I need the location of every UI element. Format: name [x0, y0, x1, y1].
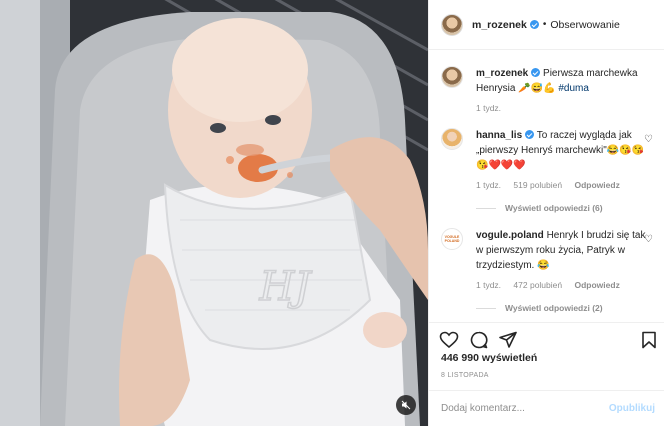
- view-replies-button[interactable]: Wyświetl odpowiedzi (2): [476, 303, 655, 313]
- comment-meta: 1 tydz. 519 polubień Odpowiedz: [476, 180, 655, 190]
- commenter-username[interactable]: vogule.poland: [476, 230, 544, 241]
- verified-badge-icon: [529, 20, 539, 29]
- view-replies-label: Wyświetl odpowiedzi (2): [505, 303, 603, 313]
- author-avatar[interactable]: [441, 13, 463, 36]
- post-side-panel: m_rozenek • Obserwowanie m_rozenek Pierw…: [428, 0, 664, 426]
- replies-divider: [476, 307, 496, 309]
- reply-button[interactable]: Odpowiedz: [574, 280, 619, 290]
- comment-likes[interactable]: 519 polubień: [513, 180, 562, 190]
- reply-button[interactable]: Odpowiedz: [574, 180, 619, 190]
- caption-text: m_rozenek Pierwsza marchewka Henrysia 🥕😅…: [476, 66, 655, 96]
- mute-button[interactable]: [396, 395, 416, 415]
- like-heart-icon[interactable]: ♡: [644, 134, 653, 145]
- baby-video-frame: HJ: [0, 0, 428, 426]
- verified-badge-icon: [525, 130, 535, 139]
- caption-hashtag[interactable]: #duma: [558, 83, 589, 94]
- comment-time[interactable]: 1 tydz.: [476, 280, 501, 290]
- like-heart-icon[interactable]: [439, 330, 459, 350]
- commenter-avatar-logo: VOGULE POLAND: [444, 235, 460, 243]
- caption: m_rozenek Pierwsza marchewka Henrysia 🥕😅…: [441, 66, 655, 113]
- commenter-avatar[interactable]: [441, 128, 463, 150]
- verified-badge-icon: [531, 68, 541, 77]
- commenter-avatar[interactable]: VOGULE POLAND: [441, 228, 463, 250]
- post-date[interactable]: 8 LISTOPADA: [441, 372, 489, 379]
- post-video[interactable]: HJ: [0, 0, 428, 426]
- comment-meta: 1 tydz. 472 polubień Odpowiedz: [476, 280, 655, 290]
- comment-composer: Opublikuj: [429, 390, 664, 426]
- view-count[interactable]: 446 990 wyświetleń: [441, 352, 537, 364]
- caption-username[interactable]: m_rozenek: [476, 68, 528, 79]
- comment-text: vogule.poland Henryk I brudzi się tak w …: [476, 228, 655, 273]
- comment-item: VOGULE POLAND vogule.poland Henryk I bru…: [441, 228, 655, 313]
- comments-list[interactable]: m_rozenek Pierwsza marchewka Henrysia 🥕😅…: [429, 50, 664, 320]
- replies-divider: [476, 207, 496, 209]
- caption-time[interactable]: 1 tydz.: [476, 103, 501, 113]
- caption-avatar[interactable]: [441, 66, 463, 88]
- share-send-icon[interactable]: [498, 330, 518, 350]
- author-username[interactable]: m_rozenek: [472, 19, 527, 31]
- comment-likes[interactable]: 472 polubień: [513, 280, 562, 290]
- comment-item: hanna_lis To raczej wygląda jak „pierwsz…: [441, 128, 655, 213]
- caption-meta: 1 tydz.: [476, 103, 655, 113]
- header-separator: •: [542, 19, 547, 30]
- comment-bubble-icon[interactable]: [469, 330, 489, 350]
- speaker-muted-icon: [401, 400, 411, 410]
- view-replies-label: Wyświetl odpowiedzi (6): [505, 203, 603, 213]
- comment-input[interactable]: [441, 403, 601, 414]
- view-replies-button[interactable]: Wyświetl odpowiedzi (6): [476, 203, 655, 213]
- publish-button[interactable]: Opublikuj: [609, 403, 655, 414]
- svg-text:HJ: HJ: [259, 264, 313, 310]
- comment-text: hanna_lis To raczej wygląda jak „pierwsz…: [476, 128, 655, 173]
- comment-time[interactable]: 1 tydz.: [476, 180, 501, 190]
- bookmark-save-icon[interactable]: [639, 330, 659, 350]
- like-heart-icon[interactable]: ♡: [644, 234, 653, 245]
- follow-button[interactable]: Obserwowanie: [550, 19, 619, 31]
- post-header: m_rozenek • Obserwowanie: [429, 0, 664, 50]
- commenter-username[interactable]: hanna_lis: [476, 130, 522, 141]
